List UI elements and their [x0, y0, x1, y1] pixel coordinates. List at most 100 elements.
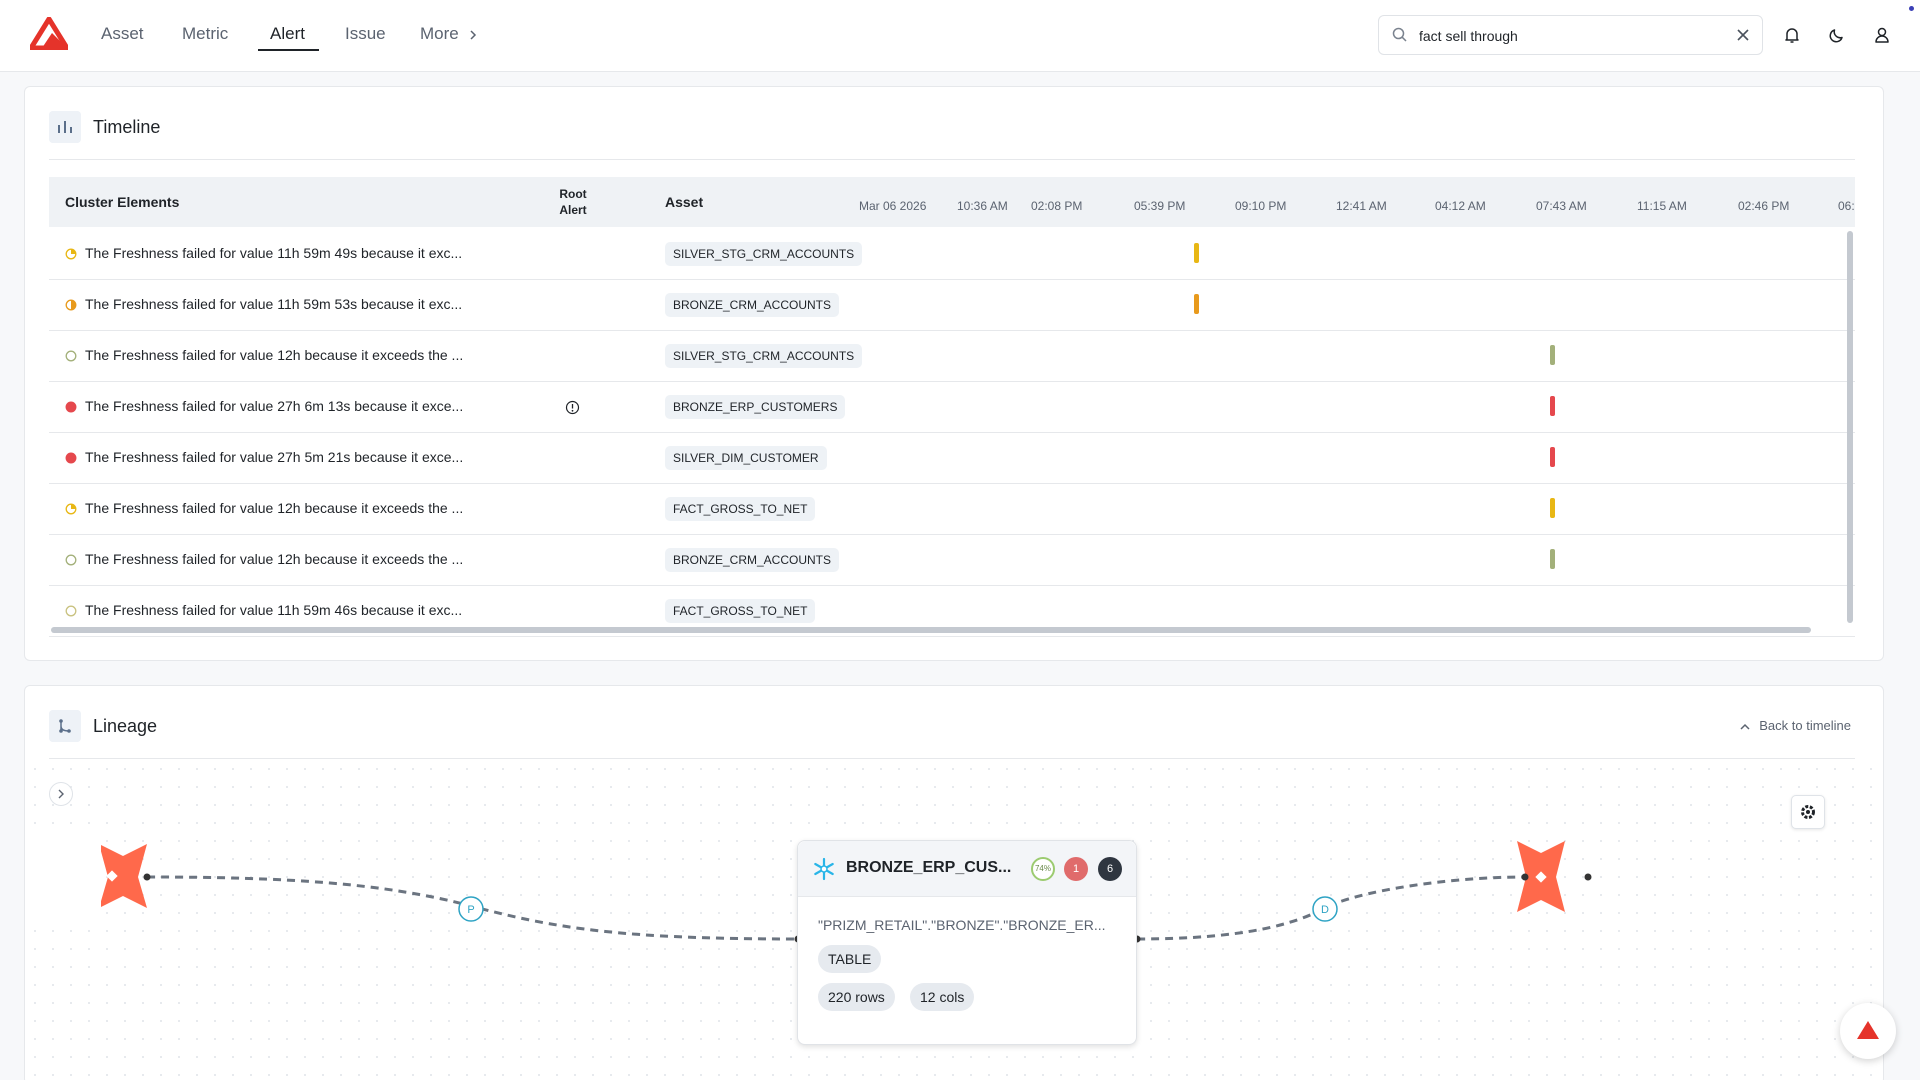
left-node-port [143, 873, 151, 881]
asset-chip[interactable]: BRONZE_CRM_ACCOUNTS [665, 548, 840, 572]
time-tick: 11:15 AM [1637, 199, 1687, 213]
info-icon[interactable] [565, 400, 580, 415]
edge-label-d[interactable]: D [1312, 896, 1338, 922]
column-count-chip: 12 cols [910, 983, 975, 1011]
table-row[interactable]: The Freshness failed for value 11h 59m 5… [49, 280, 1855, 331]
close-icon[interactable] [1734, 26, 1752, 44]
brand-logo-icon [1857, 1021, 1879, 1039]
user-icon[interactable] [1872, 25, 1892, 45]
nav-issue[interactable]: Issue [345, 24, 386, 44]
timeline-marker[interactable] [1194, 294, 1199, 314]
notification-dot [1909, 6, 1914, 11]
col-cluster-elements: Cluster Elements [65, 194, 180, 210]
alert-description: The Freshness failed for value 11h 59m 4… [85, 602, 463, 618]
timeline-marker[interactable] [1550, 396, 1555, 416]
horizontal-scrollbar[interactable] [51, 627, 1811, 633]
right-node-port-out [1584, 873, 1592, 881]
vertical-scrollbar[interactable] [1847, 231, 1853, 623]
time-tick: 12:41 AM [1336, 199, 1387, 213]
chevron-right-icon [470, 29, 477, 40]
status-indicator-icon [65, 248, 77, 260]
timeline-marker[interactable] [1550, 345, 1555, 365]
time-tick: 02:08 PM [1031, 199, 1083, 213]
lineage-panel: Lineage Back to timeline P D BRONZE_ERP_… [24, 685, 1884, 1080]
settings-button[interactable] [1791, 795, 1825, 829]
node-type-chip: TABLE [818, 945, 882, 973]
moon-icon[interactable] [1827, 25, 1847, 45]
timeline-title: Timeline [93, 117, 161, 137]
nav-more[interactable]: More [420, 24, 479, 44]
asset-chip[interactable]: BRONZE_ERP_CUSTOMERS [665, 395, 846, 419]
alert-count-badge: 1 [1064, 857, 1088, 881]
nav-asset[interactable]: Asset [101, 24, 144, 44]
asset-chip[interactable]: BRONZE_CRM_ACCOUNTS [665, 293, 840, 317]
nav-more-label: More [420, 24, 459, 43]
dbt-icon[interactable] [25, 836, 147, 916]
node-header: BRONZE_ERP_CUS... 74% 1 6 [798, 841, 1136, 897]
asset-chip[interactable]: SILVER_STG_CRM_ACCOUNTS [665, 242, 863, 266]
status-indicator-icon [65, 503, 77, 515]
asset-node-card[interactable]: BRONZE_ERP_CUS... 74% 1 6 "PRIZM_RETAIL"… [797, 840, 1137, 1045]
issue-count-badge: 6 [1098, 857, 1122, 881]
alert-description: The Freshness failed for value 12h becau… [85, 347, 464, 363]
asset-chip[interactable]: FACT_GROSS_TO_NET [665, 599, 816, 623]
node-path: "PRIZM_RETAIL"."BRONZE"."BRONZE_ER... [818, 917, 1106, 933]
snowflake-icon [814, 857, 834, 881]
edge-label-p-text: P [467, 904, 474, 916]
table-row[interactable]: The Freshness failed for value 27h 5m 21… [49, 433, 1855, 484]
row-count-chip: 220 rows [818, 983, 895, 1011]
timeline-marker[interactable] [1550, 447, 1555, 467]
table-row[interactable]: The Freshness failed for value 12h becau… [49, 331, 1855, 382]
top-nav-bar: Asset Metric Alert Issue More [0, 0, 1920, 72]
score-badge: 74% [1031, 857, 1055, 881]
alert-description: The Freshness failed for value 12h becau… [85, 551, 464, 567]
timeline-marker[interactable] [1550, 549, 1555, 569]
status-indicator-icon [65, 350, 77, 362]
alert-description: The Freshness failed for value 27h 5m 21… [85, 449, 464, 465]
time-tick: 04:12 AM [1435, 199, 1486, 213]
time-tick: Mar 06 2026 [859, 199, 927, 213]
table-row[interactable]: The Freshness failed for value 11h 59m 4… [49, 229, 1855, 280]
nav-metric[interactable]: Metric [182, 24, 228, 44]
alert-description: The Freshness failed for value 11h 59m 4… [85, 245, 463, 261]
col-asset: Asset [665, 194, 704, 210]
assistant-fab-button[interactable] [1840, 1003, 1896, 1059]
bell-icon[interactable] [1782, 25, 1802, 45]
table-row[interactable]: The Freshness failed for value 12h becau… [49, 535, 1855, 586]
table-row[interactable]: The Freshness failed for value 27h 6m 13… [49, 382, 1855, 433]
time-tick: 09:10 PM [1235, 199, 1287, 213]
table-row[interactable]: The Freshness failed for value 12h becau… [49, 484, 1855, 535]
timeline-marker[interactable] [1550, 498, 1555, 518]
status-indicator-icon [65, 401, 77, 413]
asset-chip[interactable]: FACT_GROSS_TO_NET [665, 497, 816, 521]
time-tick: 06: [1838, 199, 1855, 213]
timeline-marker[interactable] [1194, 243, 1199, 263]
time-tick: 05:39 PM [1134, 199, 1186, 213]
nav-alert[interactable]: Alert [270, 24, 305, 44]
col-root-alert-line1: Root [559, 187, 587, 201]
table-header: Cluster Elements Root Alert Asset Mar 06… [49, 177, 1855, 227]
alert-description: The Freshness failed for value 12h becau… [85, 500, 464, 516]
brand-logo-icon[interactable] [30, 17, 68, 50]
right-node-port-in [1521, 873, 1529, 881]
edge-label-d-text: D [1321, 904, 1329, 916]
edge-label-p[interactable]: P [458, 896, 484, 922]
status-indicator-icon [65, 554, 77, 566]
time-tick: 10:36 AM [957, 199, 1008, 213]
time-tick: 02:46 PM [1738, 199, 1790, 213]
alert-description: The Freshness failed for value 27h 6m 13… [85, 398, 464, 414]
gear-icon [1801, 805, 1815, 819]
col-root-alert-line2: Alert [559, 203, 587, 217]
search-box [1378, 15, 1763, 55]
status-indicator-icon [65, 299, 77, 311]
search-icon [1392, 27, 1407, 42]
search-input[interactable] [1419, 25, 1719, 47]
alert-description: The Freshness failed for value 11h 59m 5… [85, 296, 463, 312]
divider [49, 159, 1855, 160]
status-indicator-icon [65, 452, 77, 464]
asset-chip[interactable]: SILVER_DIM_CUSTOMER [665, 446, 827, 470]
asset-chip[interactable]: SILVER_STG_CRM_ACCOUNTS [665, 344, 863, 368]
status-indicator-icon [65, 605, 77, 617]
bar-chart-icon [49, 111, 81, 143]
timeline-panel: Timeline Cluster Elements Root Alert Ass… [24, 86, 1884, 661]
